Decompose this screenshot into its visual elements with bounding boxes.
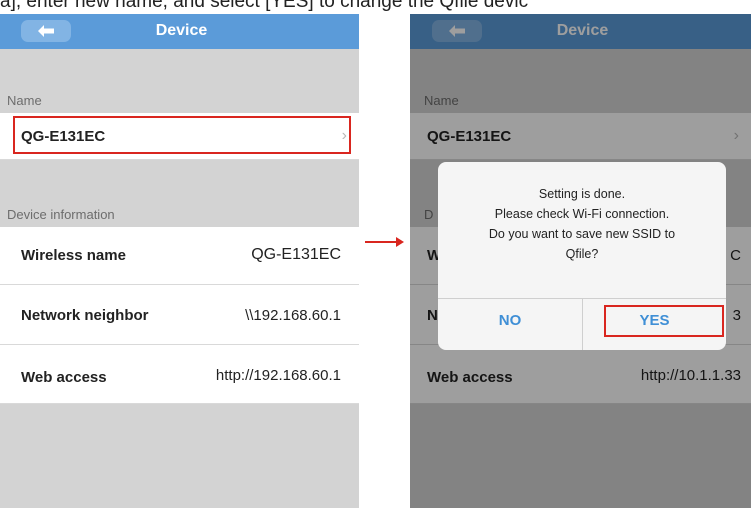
dialog-line-3: Do you want to save new SSID to <box>488 227 676 241</box>
save-ssid-dialog: Setting is done. Please check Wi-Fi conn… <box>438 162 726 350</box>
page-title: Device <box>155 22 208 39</box>
web-access-label: Web access <box>21 369 107 386</box>
highlight-device-name <box>13 116 351 154</box>
dialog-line-2: Please check Wi-Fi connection. <box>494 207 670 221</box>
device-screen-right: Device Name QG-E131EC › D W C N 3 Web ac… <box>410 14 751 508</box>
name-section-header: Name <box>0 49 359 113</box>
arrow-right-icon <box>365 237 404 247</box>
wireless-name-row[interactable]: Wireless name QG-E131EC <box>0 227 359 285</box>
empty-area <box>0 404 359 508</box>
web-access-row[interactable]: Web access http://192.168.60.1 <box>0 345 359 404</box>
dialog-message: Setting is done. Please check Wi-Fi conn… <box>448 184 716 264</box>
info-section-label: Device information <box>7 207 115 222</box>
wireless-name-label: Wireless name <box>21 247 126 264</box>
device-screen-left: Device Name QG-E131EC › Device informati… <box>0 14 359 508</box>
navigation-bar: Device <box>0 14 359 49</box>
highlight-yes-button <box>604 305 724 337</box>
tutorial-figure: a], enter new name, and select [YES] to … <box>0 0 751 508</box>
no-button[interactable]: NO <box>438 312 582 329</box>
network-neighbor-row[interactable]: Network neighbor \\192.168.60.1 <box>0 285 359 345</box>
caption-line: a], enter new name, and select [YES] to … <box>0 0 529 12</box>
network-neighbor-label: Network neighbor <box>21 307 149 324</box>
dialog-line-4: Qfile? <box>565 247 599 261</box>
caption-text: a], enter new name, and select [YES] to … <box>0 0 751 14</box>
dialog-line-1: Setting is done. <box>538 187 626 201</box>
web-access-value: http://192.168.60.1 <box>215 367 341 384</box>
name-section-label: Name <box>7 93 42 108</box>
info-section-header: Device information <box>0 160 359 227</box>
network-neighbor-value: \\192.168.60.1 <box>245 307 341 324</box>
wireless-name-value: QG-E131EC <box>251 246 341 263</box>
